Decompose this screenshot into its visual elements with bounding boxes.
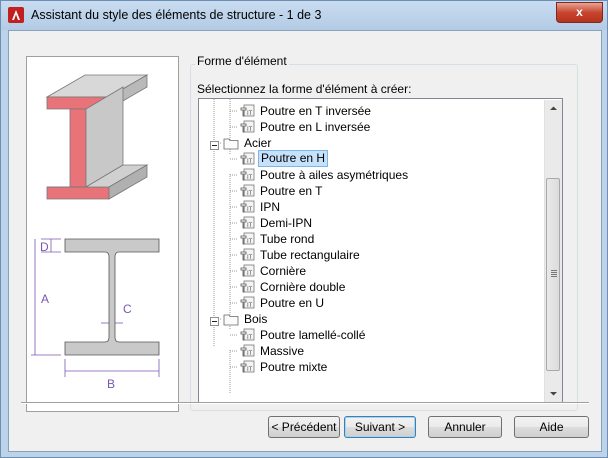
structure-shape-icon: IT [239, 152, 255, 166]
svg-text:IT: IT [247, 287, 253, 293]
svg-text:IT: IT [247, 223, 253, 229]
close-button[interactable]: x [556, 2, 603, 23]
svg-text:IT: IT [247, 367, 253, 373]
tree-item-label: Poutre en L inversée [260, 120, 371, 134]
structure-shape-icon: IT [239, 104, 255, 118]
tree-item-label: Massive [260, 344, 305, 358]
h-beam-illustration: D A C B [31, 74, 160, 391]
group-label: Forme d'élément [195, 54, 289, 68]
dialog-client: D A C B Forme d'élément Sélectionnez la … [8, 30, 602, 452]
autocad-app-icon[interactable] [8, 7, 24, 23]
scroll-up-icon[interactable] [545, 100, 562, 117]
tree-item-label: Poutre mixte [260, 360, 328, 374]
tree-item-label: Poutre lamellé-collé [260, 328, 366, 342]
tree-scrollbar[interactable] [544, 100, 562, 402]
structure-shape-icon: IT [239, 216, 255, 230]
dimension-c-label: C [123, 302, 132, 316]
previous-button[interactable]: < Précédent [268, 416, 340, 438]
next-button[interactable]: Suivant > [344, 416, 416, 438]
svg-text:IT: IT [247, 303, 253, 309]
separator [21, 402, 589, 404]
structure-shape-icon: IT [239, 232, 255, 246]
tree-item-label: Poutre en U [260, 296, 325, 310]
structure-shape-icon: IT [239, 360, 255, 374]
tree-item-label: Cornière [260, 264, 307, 278]
window-title: Assistant du style des éléments de struc… [31, 8, 322, 22]
svg-text:IT: IT [247, 351, 253, 357]
tree-item-label: Poutre à ailes asymétriques [260, 168, 409, 182]
help-button[interactable]: Aide [514, 416, 589, 438]
tree-item-label: Cornière double [260, 280, 346, 294]
structure-shape-icon: IT [239, 168, 255, 182]
svg-text:IT: IT [247, 191, 253, 197]
structure-shape-icon: IT [239, 344, 255, 358]
svg-text:IT: IT [247, 255, 253, 261]
svg-text:IT: IT [247, 335, 253, 341]
svg-text:IT: IT [247, 239, 253, 245]
structure-shape-icon: IT [239, 280, 255, 294]
collapse-toggle-icon[interactable] [210, 315, 219, 326]
dimension-a-label: A [41, 292, 49, 306]
folder-icon [223, 312, 239, 326]
dimension-d-label: D [40, 240, 49, 254]
svg-text:IT: IT [247, 207, 253, 213]
tree-item-label: Demi-IPN [260, 216, 313, 230]
grip-line [551, 276, 557, 277]
title-bar[interactable]: Assistant du style des éléments de struc… [1, 1, 607, 30]
tree-item-label: IPN [260, 200, 281, 214]
tree-item-label: Poutre en T inversée [260, 104, 371, 118]
svg-text:IT: IT [247, 127, 253, 133]
shape-tree[interactable]: IT Poutre en T inversée IT Poutre en L inve… [198, 98, 563, 404]
structure-shape-icon: IT [239, 120, 255, 134]
cancel-button[interactable]: Annuler [428, 416, 502, 438]
svg-text:IT: IT [247, 271, 253, 277]
scroll-thumb[interactable] [546, 178, 560, 371]
svg-text:IT: IT [247, 111, 253, 117]
grip-line [551, 274, 557, 275]
tree-item-label: Acier [244, 136, 272, 150]
tree-item-label: Tube rond [260, 232, 315, 246]
grip-line [551, 272, 557, 273]
grip-line [551, 270, 557, 271]
tree-item-label: Poutre en T [260, 184, 323, 198]
structure-shape-icon: IT [239, 248, 255, 262]
folder-icon [223, 136, 239, 150]
dimension-b-label: B [107, 377, 115, 391]
structure-shape-icon: IT [239, 328, 255, 342]
structure-shape-icon: IT [239, 264, 255, 278]
tree-item-label: Bois [244, 312, 268, 326]
svg-text:IT: IT [247, 175, 253, 181]
select-shape-label: Sélectionnez la forme d'élément à créer: [197, 82, 412, 96]
structure-shape-icon: IT [239, 184, 255, 198]
svg-text:IT: IT [247, 159, 253, 165]
shape-preview: D A C B [26, 56, 179, 412]
collapse-toggle-icon[interactable] [210, 139, 219, 150]
close-icon: x [576, 5, 583, 19]
wizard-window: Assistant du style des éléments de struc… [0, 0, 608, 458]
scroll-down-icon[interactable] [545, 385, 562, 402]
structure-shape-icon: IT [239, 296, 255, 310]
tree-item-label: Poutre en H [258, 150, 329, 167]
structure-shape-icon: IT [239, 200, 255, 214]
tree-item-label: Tube rectangulaire [260, 248, 360, 262]
